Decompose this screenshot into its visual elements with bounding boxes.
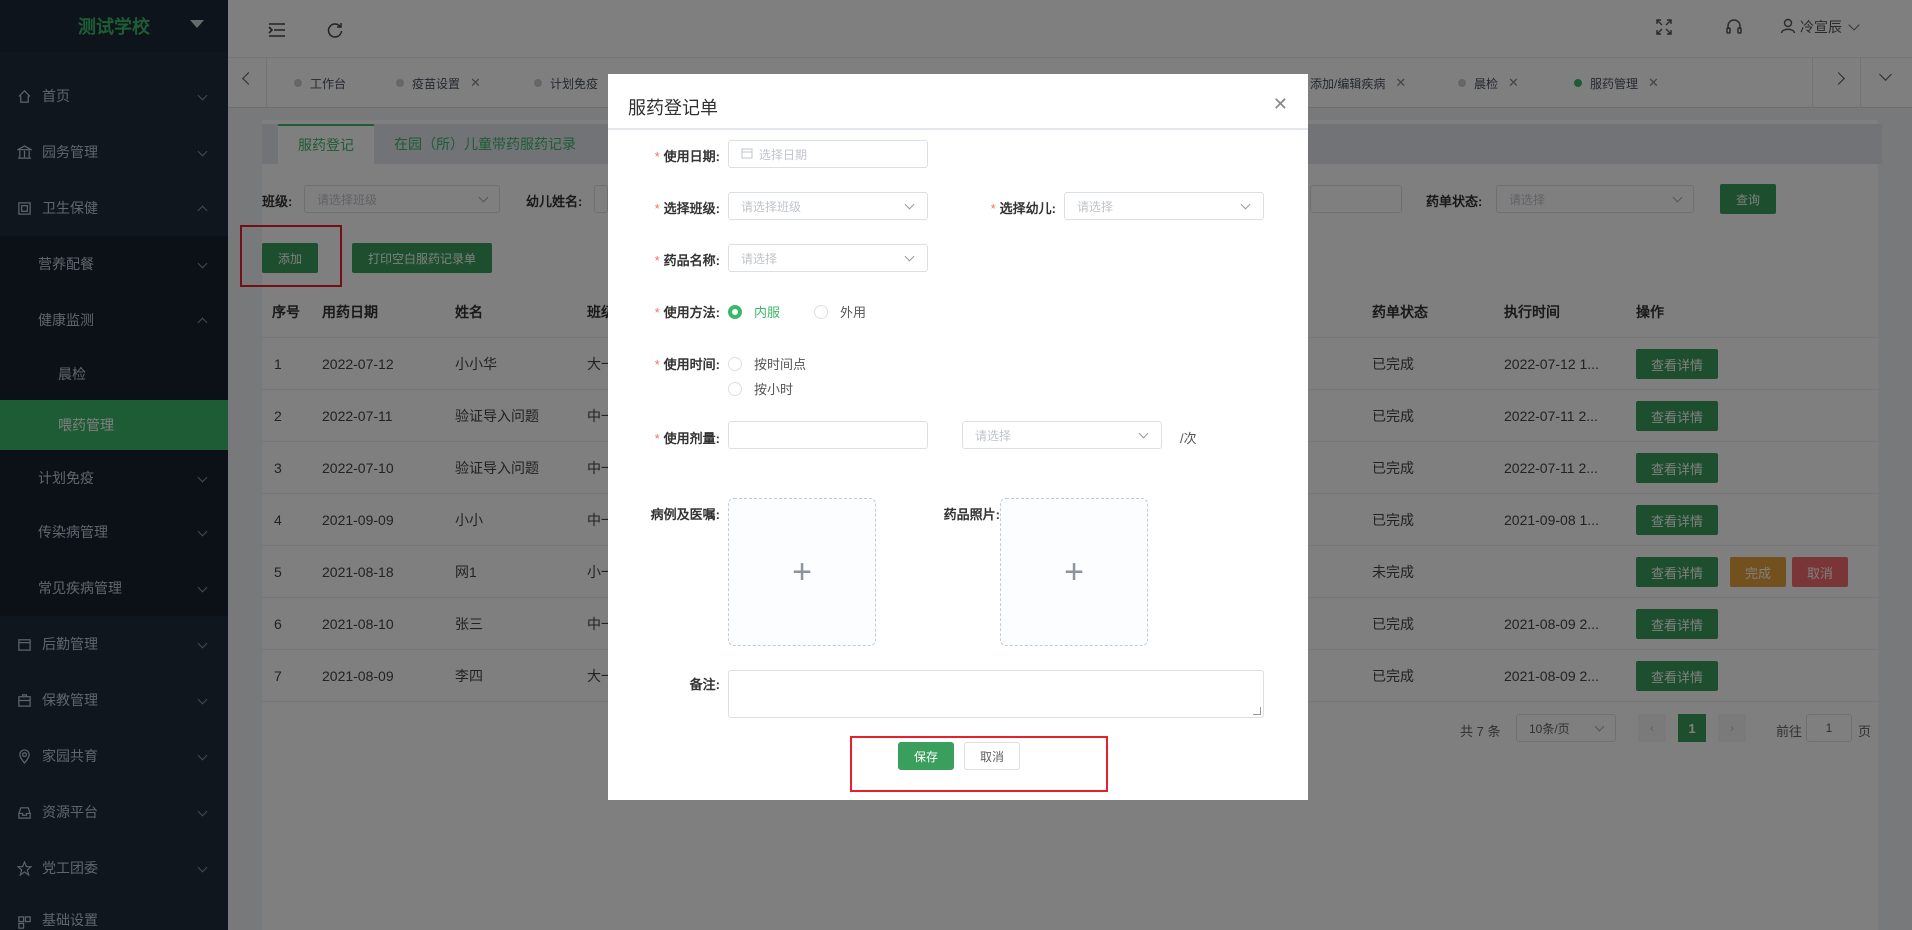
class-label-text: 选择班级: [663, 201, 720, 216]
highlight-box [850, 736, 1108, 792]
date-label: * 使用日期: [654, 149, 720, 164]
radio-label: 按小时 [754, 382, 794, 397]
method-label-text: 使用方法: [663, 305, 720, 320]
dose-label-text: 使用剂量: [663, 431, 720, 446]
date-picker[interactable]: 选择日期 [728, 140, 928, 168]
radio-circle [814, 304, 828, 319]
radio-external[interactable]: 外用 [814, 302, 866, 321]
radio-by-hour[interactable]: 按小时 [728, 379, 793, 398]
radio-circle [728, 304, 742, 319]
radio-label: 外用 [840, 305, 867, 320]
case-upload[interactable]: + [728, 498, 876, 646]
drug-placeholder: 请选择 [741, 251, 778, 266]
drug-label: * 药品名称: [654, 253, 720, 268]
chevron-down-icon [1240, 199, 1251, 210]
dose-input[interactable] [728, 421, 928, 449]
drug-label-text: 药品名称: [663, 253, 720, 268]
medication-register-dialog: 服药登记单 ✕ * 使用日期: 选择日期 * 选择班级: 请选择班级 * 选择幼儿: … [608, 74, 1308, 800]
chevron-down-icon [1138, 428, 1149, 439]
photo-upload[interactable]: + [1000, 498, 1148, 646]
close-icon[interactable]: ✕ [1273, 94, 1288, 115]
radio-label: 按时间点 [754, 357, 807, 372]
plus-icon: + [792, 552, 812, 591]
date-label-text: 使用日期: [663, 149, 720, 164]
case-label: 病例及医嘱: [650, 507, 720, 522]
calendar-icon [741, 147, 753, 162]
resize-handle-icon[interactable] [1253, 707, 1261, 715]
radio-label: 内服 [754, 305, 781, 320]
class-label: * 选择班级: [654, 201, 720, 216]
date-placeholder: 选择日期 [759, 147, 808, 162]
remark-textarea[interactable] [728, 670, 1264, 718]
child-label-text: 选择幼儿: [999, 201, 1056, 216]
dose-label: * 使用剂量: [654, 431, 720, 446]
dose-unit-select[interactable]: 请选择 [962, 421, 1162, 449]
radio-by-time-point[interactable]: 按时间点 [728, 354, 806, 373]
radio-circle [728, 381, 742, 396]
photo-label: 药品照片: [943, 507, 1000, 522]
remark-label: 备注: [689, 677, 720, 692]
time-label: * 使用时间: [654, 357, 720, 372]
drug-select[interactable]: 请选择 [728, 244, 928, 272]
class-select[interactable]: 请选择班级 [728, 192, 928, 220]
class-placeholder: 请选择班级 [741, 199, 802, 214]
radio-oral[interactable]: 内服 [728, 302, 780, 321]
dialog-title: 服药登记单 [628, 98, 718, 118]
chevron-down-icon [904, 251, 915, 262]
plus-icon: + [1064, 552, 1084, 591]
child-placeholder: 请选择 [1077, 199, 1114, 214]
chevron-down-icon [904, 199, 915, 210]
divider [608, 128, 1308, 130]
child-select[interactable]: 请选择 [1064, 192, 1264, 220]
time-label-text: 使用时间: [663, 357, 720, 372]
radio-circle [728, 356, 742, 371]
dose-unit-placeholder: 请选择 [975, 428, 1012, 443]
dose-suffix: /次 [1180, 431, 1197, 446]
child-label: * 选择幼儿: [990, 201, 1056, 216]
method-label: * 使用方法: [654, 305, 720, 320]
